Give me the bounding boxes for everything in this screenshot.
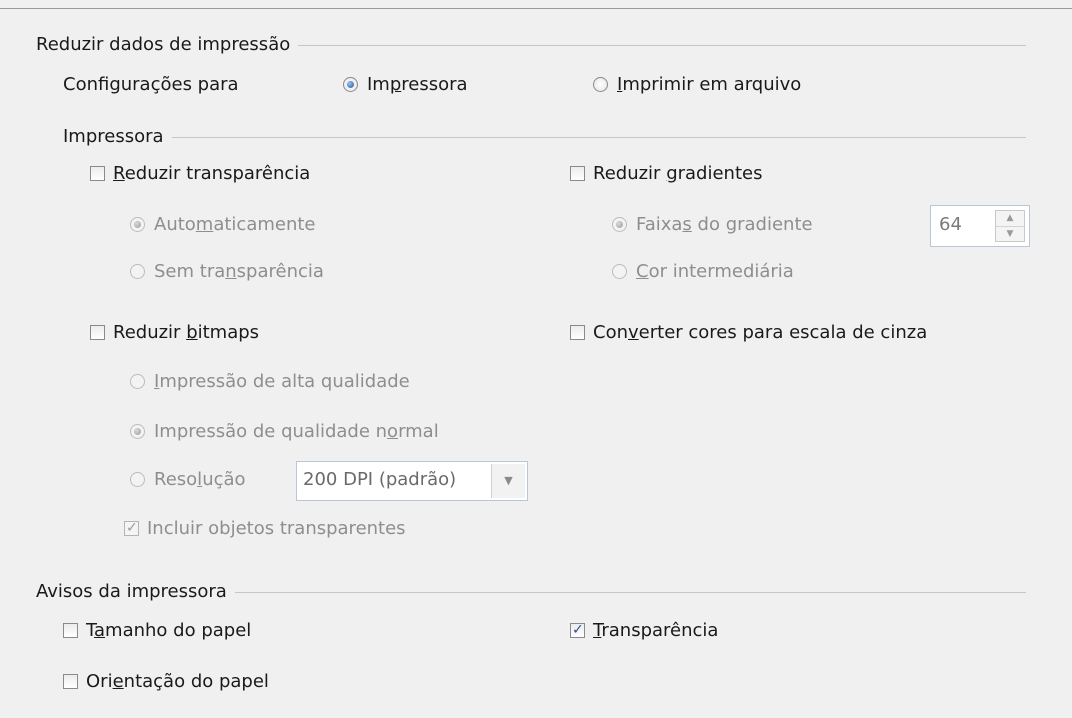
radio-icon bbox=[343, 77, 358, 92]
radio-icon bbox=[130, 217, 145, 232]
radio-high-quality[interactable]: Impressão de alta qualidade bbox=[130, 370, 410, 394]
spin-down-icon[interactable]: ▼ bbox=[996, 227, 1024, 242]
spinbox-value: 64 bbox=[939, 214, 962, 235]
radio-icon bbox=[130, 472, 145, 487]
gradient-stripes-spinbox[interactable]: 64 ▲ ▼ bbox=[930, 205, 1030, 247]
reduce-print-data-section-header: Reduzir dados de impressão bbox=[36, 33, 1026, 57]
reduce-bitmaps-checkbox[interactable]: Reduzir bitmaps bbox=[90, 321, 259, 345]
radio-icon bbox=[593, 77, 608, 92]
checkbox-icon bbox=[90, 166, 105, 181]
spin-up-icon[interactable]: ▲ bbox=[996, 211, 1024, 227]
chevron-down-icon[interactable]: ▼ bbox=[491, 464, 525, 498]
section-divider bbox=[234, 591, 1026, 593]
radio-resolution[interactable]: Resolução bbox=[130, 468, 246, 492]
section-divider bbox=[298, 44, 1026, 46]
resolution-dropdown[interactable]: 200 DPI (padrão) ▼ bbox=[296, 461, 528, 501]
settings-for-label: Configurações para bbox=[63, 74, 239, 95]
transparency-warning-checkbox[interactable]: ✓ Transparência bbox=[570, 619, 718, 643]
dropdown-value: 200 DPI (padrão) bbox=[303, 469, 457, 490]
radio-icon bbox=[130, 374, 145, 389]
radio-gradient-stripes[interactable]: Faixas do gradiente bbox=[612, 213, 813, 237]
radio-icon bbox=[612, 217, 627, 232]
top-border bbox=[0, 8, 1072, 9]
section-title: Reduzir dados de impressão bbox=[36, 34, 291, 55]
checkbox-icon bbox=[63, 674, 78, 689]
checkbox-icon bbox=[570, 325, 585, 340]
checkbox-icon: ✓ bbox=[124, 520, 139, 536]
paper-size-checkbox[interactable]: Tamanho do papel bbox=[63, 619, 251, 643]
radio-print-to-file[interactable]: Imprimir em arquivo bbox=[593, 73, 801, 97]
radio-icon bbox=[130, 264, 145, 279]
paper-orientation-checkbox[interactable]: Orientação do papel bbox=[63, 670, 269, 694]
checkbox-icon bbox=[63, 623, 78, 638]
section-divider bbox=[171, 136, 1026, 138]
radio-no-transparency[interactable]: Sem transparência bbox=[130, 260, 324, 284]
include-transparent-checkbox[interactable]: ✓ Incluir objetos transparentes bbox=[124, 517, 406, 541]
radio-icon bbox=[612, 264, 627, 279]
radio-normal-quality[interactable]: Impressão de qualidade normal bbox=[130, 420, 439, 444]
reduce-transparency-checkbox[interactable]: Reduzir transparência bbox=[90, 162, 310, 186]
section-title: Avisos da impressora bbox=[36, 581, 227, 602]
printer-warnings-section-header: Avisos da impressora bbox=[36, 580, 1026, 604]
radio-intermediate-color[interactable]: Cor intermediária bbox=[612, 260, 794, 284]
reduce-gradients-checkbox[interactable]: Reduzir gradientes bbox=[570, 162, 762, 186]
section-title: Impressora bbox=[63, 126, 164, 147]
checkbox-icon bbox=[90, 325, 105, 340]
radio-printer[interactable]: Impressora bbox=[343, 73, 468, 97]
radio-automatically[interactable]: Automaticamente bbox=[130, 213, 316, 237]
checkbox-icon bbox=[570, 166, 585, 181]
printer-section-header: Impressora bbox=[63, 125, 1026, 149]
spin-buttons[interactable]: ▲ ▼ bbox=[995, 210, 1025, 242]
convert-grayscale-checkbox[interactable]: Converter cores para escala de cinza bbox=[570, 321, 927, 345]
checkbox-icon: ✓ bbox=[570, 622, 585, 638]
radio-icon bbox=[130, 424, 145, 439]
